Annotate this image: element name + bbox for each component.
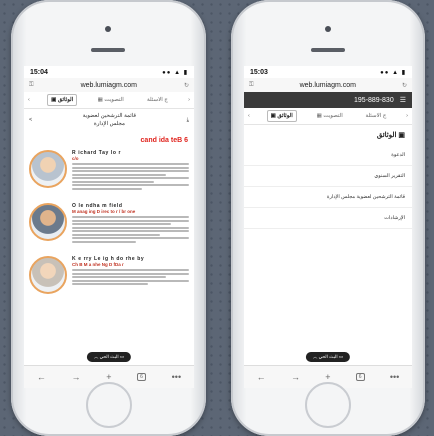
status-bar: 15:03 ●● ▲ ▮ (244, 66, 412, 78)
tab-voting-label: التصويت (323, 113, 343, 119)
tab-documents[interactable]: ▣ الوثائق (47, 94, 78, 106)
tab-documents-label: الوثائق (277, 113, 293, 119)
back-button[interactable]: ← (257, 372, 266, 382)
phone-screen-right: 15:03 ●● ▲ ▮ ⚿ web.lumiagm.com ↻ 195-889… (244, 66, 412, 388)
candidate-3: K e rry Le ig h do rhe by Ch B M a nhe N… (24, 254, 194, 296)
live-stream-button[interactable]: ︿ البث الحي ▭ (86, 352, 132, 362)
phone-left: 15:04 ●● ▲ ▮ ⚿ web.lumiagm.com ↻ ‹ ▣ الو… (11, 0, 206, 436)
status-time: 15:03 (250, 68, 268, 76)
front-camera (105, 26, 111, 32)
document-item-candidates[interactable]: قائمة الترشحين لعضوية مجلس الإدارة (244, 187, 412, 208)
tab-scroll-left-icon[interactable]: ‹ (248, 113, 250, 119)
document-title: قائمة الترشحين لعضوية مجلس الإدارة (83, 112, 136, 128)
tab-scroll-right-icon[interactable]: › (188, 97, 190, 103)
candidate-2: O le ndha m field M anag ing D irec to r… (24, 201, 194, 246)
candidate-role: M anag ing D irec to r / br one (72, 209, 136, 214)
live-stream-button[interactable]: ︿ البث الحي ▭ (305, 352, 351, 362)
url-text[interactable]: web.lumiagm.com (254, 82, 402, 89)
back-button[interactable]: ← (37, 372, 46, 382)
meeting-titlebar: 195-889-830 ☰ (244, 92, 412, 108)
avatar (29, 256, 67, 294)
document-item-annual-report[interactable]: التقرير السنوي (244, 166, 412, 187)
tab-bar: ‹ ▣ الوثائق ▦ التصويت ج الاسئلة › (244, 108, 412, 125)
forward-button[interactable]: → (72, 372, 81, 382)
reload-icon[interactable]: ↻ (184, 82, 189, 89)
new-tab-button[interactable]: + (325, 372, 330, 382)
document-banner: cand ida teB 6 (140, 137, 188, 144)
tab-bar: ‹ ▣ الوثائق ▦ التصويت ج الاسئلة › (24, 92, 194, 109)
tab-count-button[interactable]: 6 (137, 373, 146, 381)
back-arrow-icon[interactable]: < (29, 117, 32, 123)
reload-icon[interactable]: ↻ (402, 82, 407, 89)
home-button[interactable] (86, 382, 132, 428)
speaker (311, 48, 345, 52)
avatar (29, 203, 67, 241)
tab-questions[interactable]: ج الاسئلة (363, 111, 390, 121)
more-button[interactable]: ••• (390, 372, 399, 382)
candidate-1: R ichard Tay lo r c/o (24, 148, 194, 193)
candidate-role: Ch B M a nhe Ng D fDa r (72, 262, 124, 267)
forward-button[interactable]: → (291, 372, 300, 382)
cast-icon: ▭ (338, 354, 344, 359)
tab-documents-label: الوثائق (57, 97, 74, 103)
address-bar[interactable]: ⚿ web.lumiagm.com ↻ (24, 78, 194, 92)
chevron-up-icon: ︿ (312, 354, 318, 359)
tab-voting-label: التصويت (104, 97, 124, 103)
tab-scroll-left-icon[interactable]: ‹ (28, 97, 30, 103)
document-item-invitation[interactable]: الدعوة (244, 145, 412, 166)
meeting-id: 195-889-830 (354, 96, 394, 104)
url-text[interactable]: web.lumiagm.com (34, 82, 184, 89)
home-button[interactable] (305, 382, 351, 428)
documents-section-title: ▣ الوثائق (244, 125, 412, 145)
tab-scroll-right-icon[interactable]: › (406, 113, 408, 119)
live-stream-label: البث الحي (99, 354, 119, 359)
document-title-line2: مجلس الإدارة (93, 121, 125, 127)
status-icons: ●● ▲ ▮ (162, 69, 188, 76)
tab-voting[interactable]: ▦ التصويت (314, 111, 346, 121)
new-tab-button[interactable]: + (106, 372, 111, 382)
front-camera (325, 26, 331, 32)
tab-voting[interactable]: ▦ التصويت (95, 95, 127, 105)
hamburger-menu-icon[interactable]: ☰ (400, 96, 406, 104)
status-time: 15:04 (30, 68, 48, 76)
candidate-role: c/o (72, 156, 79, 161)
live-stream-label: البث الحي (318, 354, 338, 359)
documents-section-label: الوثائق (376, 132, 397, 139)
address-bar[interactable]: ⚿ web.lumiagm.com ↻ (244, 78, 412, 92)
document-item-guidelines[interactable]: الإرشادات (244, 208, 412, 229)
tab-documents[interactable]: ▣ الوثائق (266, 110, 297, 122)
status-icons: ●● ▲ ▮ (380, 69, 406, 76)
chevron-up-icon: ︿ (93, 354, 99, 359)
document-title-line1: قائمة الترشحين لعضوية (82, 113, 137, 119)
status-bar: 15:04 ●● ▲ ▮ (24, 66, 194, 78)
phone-screen-left: 15:04 ●● ▲ ▮ ⚿ web.lumiagm.com ↻ ‹ ▣ الو… (24, 66, 194, 388)
tab-count-button[interactable]: 6 (355, 373, 365, 381)
document-header: < قائمة الترشحين لعضوية مجلس الإدارة ⤓ (24, 109, 194, 131)
download-icon[interactable]: ⤓ (187, 117, 189, 124)
avatar (29, 150, 67, 188)
cast-icon: ▭ (119, 354, 125, 359)
tab-questions[interactable]: ج الاسئلة (144, 95, 171, 105)
phone-right: 15:03 ●● ▲ ▮ ⚿ web.lumiagm.com ↻ 195-889… (231, 0, 425, 436)
speaker (91, 48, 125, 52)
document-icon: ▣ (398, 132, 405, 139)
more-button[interactable]: ••• (172, 372, 181, 382)
